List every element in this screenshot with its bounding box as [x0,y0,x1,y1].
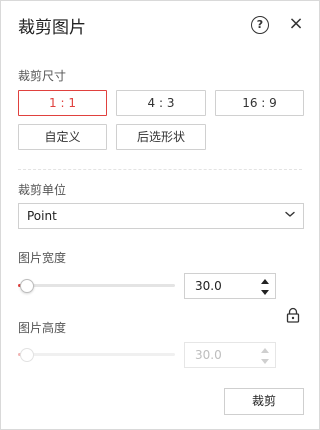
close-icon[interactable]: × [287,15,305,33]
width-input[interactable]: 30.0 [184,273,276,299]
width-value: 30.0 [195,279,222,293]
spin-down-icon [261,359,269,364]
crop-unit-select[interactable]: Point [18,203,304,229]
height-input: 30.0 [184,342,276,368]
crop-unit-label: 裁剪单位 [18,183,67,197]
height-slider-track [18,353,175,356]
crop-image-panel: 裁剪图片 ? × 裁剪尺寸 1 : 1 4 : 3 16 : 9 自定义 后选形… [0,0,320,430]
crop-unit-value: Point [27,209,57,223]
spin-up-icon[interactable] [257,276,273,287]
height-value: 30.0 [195,348,222,362]
lock-icon[interactable] [285,307,301,323]
image-width-label: 图片宽度 [18,251,67,265]
crop-size-label: 裁剪尺寸 [18,69,67,83]
custom-ratio-button[interactable]: 自定义 [18,124,107,150]
select-shape-button[interactable]: 后选形状 [116,124,206,150]
crop-button[interactable]: 裁剪 [224,388,304,415]
chevron-down-icon [285,211,295,217]
ratio-1-1-button[interactable]: 1 : 1 [18,90,107,116]
height-slider-thumb [20,348,34,362]
ratio-16-9-button[interactable]: 16 : 9 [215,90,304,116]
panel-header: 裁剪图片 ? × [1,1,319,51]
width-slider-thumb[interactable] [20,279,34,293]
panel-title: 裁剪图片 [18,18,86,38]
spin-down-icon[interactable] [257,287,273,298]
ratio-4-3-button[interactable]: 4 : 3 [116,90,206,116]
image-height-label: 图片高度 [18,321,67,335]
width-slider-track[interactable] [18,284,175,287]
section-divider [18,169,302,170]
help-icon[interactable]: ? [251,16,269,34]
spin-up-icon [261,348,269,353]
